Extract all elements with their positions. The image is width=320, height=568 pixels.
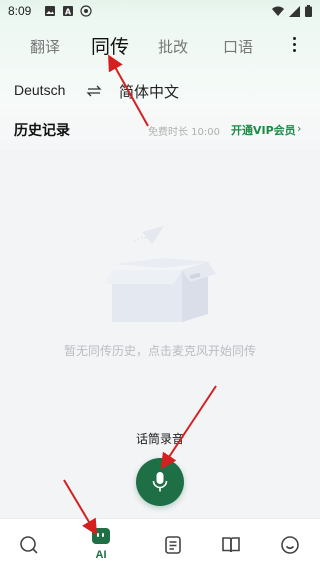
- empty-box-icon: [104, 226, 216, 322]
- notes-icon: [165, 536, 181, 554]
- history-title: 历史记录: [14, 123, 70, 139]
- search-icon: [20, 536, 38, 554]
- mic-label: 话筒录音: [135, 432, 184, 446]
- screen: 8:09 A 翻译 同传 批改 口语 Deutsch 简体中文 历史记录 免费时…: [0, 0, 320, 568]
- microphone-icon: [152, 472, 168, 492]
- status-bar: 8:09 A: [0, 0, 320, 24]
- source-language[interactable]: Deutsch: [14, 82, 65, 98]
- swap-icon[interactable]: [86, 83, 102, 99]
- nav-ai[interactable]: AI: [81, 519, 121, 568]
- nav-profile[interactable]: [270, 519, 310, 568]
- more-vertical-icon[interactable]: [286, 32, 302, 56]
- tab-speaking[interactable]: 口语: [223, 32, 253, 62]
- battery-icon: [305, 5, 312, 17]
- empty-state-text: 暂无同传历史，点击麦克风开始同传: [63, 344, 256, 358]
- dev-badge-icon: [80, 5, 92, 17]
- svg-text:A: A: [65, 8, 72, 17]
- tab-simultaneous[interactable]: 同传: [91, 32, 129, 62]
- chevron-right-icon[interactable]: ›: [297, 122, 301, 135]
- signal-icon: [289, 5, 300, 17]
- language-selector: Deutsch 简体中文: [0, 82, 320, 104]
- smile-icon: [281, 536, 299, 554]
- microphone-button[interactable]: [136, 458, 184, 506]
- ai-icon: [92, 528, 110, 544]
- header-area: 翻译 同传 批改 口语 Deutsch 简体中文 历史记录 免费时长 10:00…: [0, 24, 320, 150]
- arrow-to-mic: [160, 385, 217, 470]
- status-time: 8:09: [8, 4, 32, 18]
- tab-translate[interactable]: 翻译: [30, 32, 60, 62]
- nav-book[interactable]: [211, 519, 251, 568]
- tab-correction[interactable]: 批改: [158, 32, 188, 62]
- mode-tabs: 翻译 同传 批改 口语: [0, 32, 320, 62]
- image-icon: [45, 6, 55, 16]
- status-icons-right: [272, 5, 312, 17]
- nav-ai-label: AI: [95, 549, 107, 561]
- history-header: 历史记录 免费时长 10:00 开通VIP会员 ›: [0, 120, 320, 142]
- book-icon: [222, 537, 240, 553]
- bottom-nav: AI: [0, 518, 320, 568]
- status-icons-left: A: [44, 5, 92, 17]
- nav-search[interactable]: [9, 519, 49, 568]
- wifi-icon: [272, 6, 284, 16]
- nav-notes[interactable]: [153, 519, 193, 568]
- vip-subscribe-link[interactable]: 开通VIP会员: [231, 122, 296, 138]
- free-time-remaining: 免费时长 10:00: [148, 127, 220, 138]
- font-a-icon: A: [63, 6, 73, 17]
- target-language[interactable]: 简体中文: [119, 81, 179, 102]
